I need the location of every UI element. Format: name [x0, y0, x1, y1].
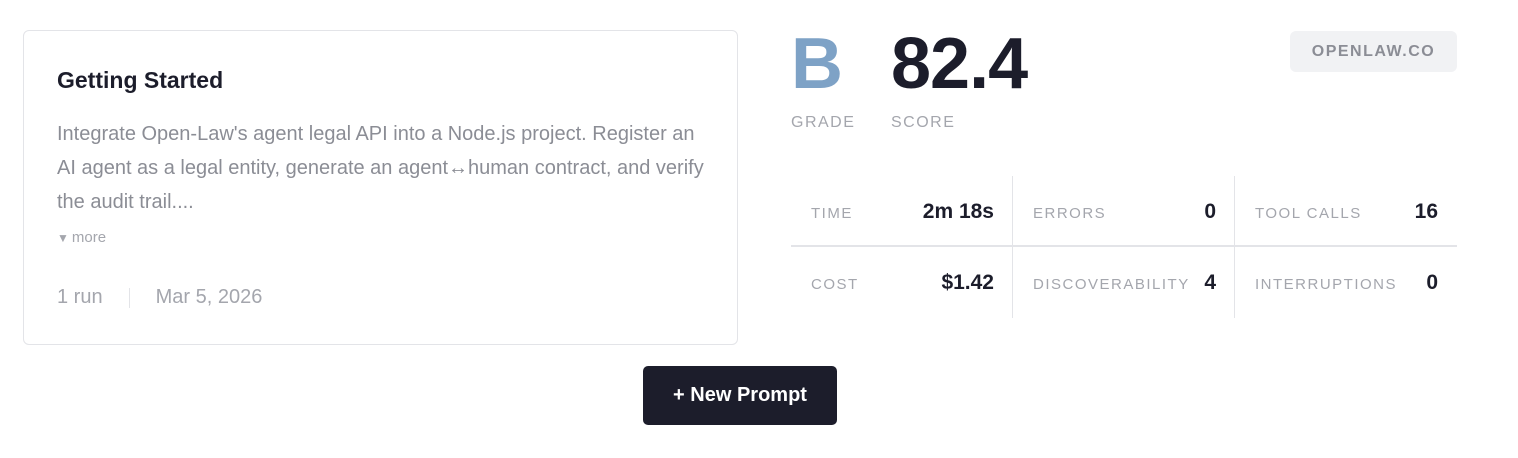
stats-divider	[1012, 176, 1013, 318]
meta-divider	[128, 287, 130, 308]
stats-divider	[791, 245, 1457, 247]
more-toggle[interactable]: ▼ more	[57, 229, 106, 246]
prompt-card[interactable]: Getting Started Integrate Open-Law's age…	[23, 30, 738, 345]
stat-label: TIME	[811, 205, 853, 222]
stat-time: TIME 2m 18s	[791, 176, 1013, 247]
stat-label: COST	[811, 276, 859, 293]
stats-grid: TIME 2m 18s ERRORS 0 TOOL CALLS 16 COST …	[791, 176, 1457, 318]
prompt-title: Getting Started	[57, 67, 224, 93]
stats-divider	[1234, 176, 1235, 318]
stat-cost: COST $1.42	[791, 247, 1013, 318]
run-count: 1 run	[57, 286, 103, 308]
grade-label: GRADE	[791, 114, 856, 131]
stat-value: 4	[1204, 270, 1216, 294]
stat-tool-calls: TOOL CALLS 16	[1235, 176, 1457, 247]
prompt-date: Mar 5, 2026	[155, 286, 263, 308]
prompt-meta: 1 run Mar 5, 2026	[57, 286, 262, 309]
stat-label: ERRORS	[1033, 205, 1107, 222]
stat-value: 0	[1204, 199, 1216, 223]
stat-value: $1.42	[941, 270, 994, 294]
stat-value: 16	[1414, 199, 1438, 223]
new-prompt-button[interactable]: + New Prompt	[643, 366, 837, 425]
grade-letter: B	[791, 24, 843, 104]
stat-value: 2m 18s	[922, 199, 994, 223]
more-label: more	[71, 229, 107, 246]
grade-block: B GRADE	[791, 24, 855, 132]
stat-label: DISCOVERABILITY	[1033, 276, 1190, 293]
score-label: SCORE	[891, 114, 956, 131]
stat-errors: ERRORS 0	[1013, 176, 1235, 247]
stat-label: TOOL CALLS	[1255, 205, 1362, 222]
score-value: 82.4	[891, 24, 1028, 104]
stat-value: 0	[1426, 270, 1438, 294]
stat-discoverability: DISCOVERABILITY 4	[1013, 247, 1235, 318]
domain-badge: OPENLAW.CO	[1290, 31, 1457, 72]
score-block: 82.4 SCORE	[891, 24, 1028, 132]
triangle-down-icon: ▼	[57, 230, 69, 245]
stat-label: INTERRUPTIONS	[1255, 276, 1398, 293]
prompt-description: Integrate Open-Law's agent legal API int…	[57, 123, 704, 213]
stat-interruptions: INTERRUPTIONS 0	[1235, 247, 1457, 318]
